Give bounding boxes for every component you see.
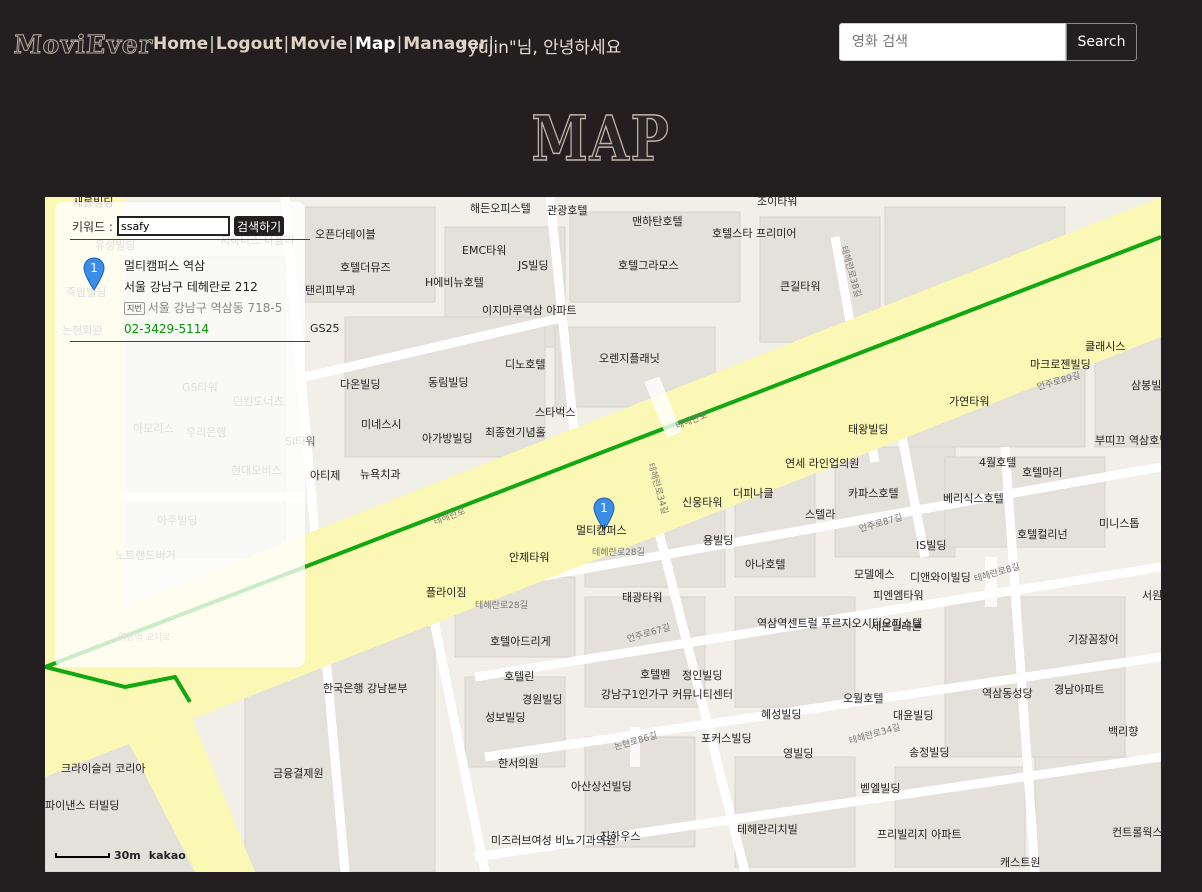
result-phone: 02-3429-5114 xyxy=(124,322,210,336)
movie-search-input[interactable] xyxy=(839,23,1066,61)
scale-text: 30m xyxy=(114,849,141,862)
panel-divider xyxy=(70,341,310,342)
scale-bar xyxy=(55,853,110,858)
nav-map-link[interactable]: Map xyxy=(355,34,396,54)
jibun-tag: 지번 xyxy=(124,302,145,315)
result-jibun-row: 지번 서울 강남구 역삼동 718-5 xyxy=(124,298,282,319)
result-marker-number: 1 xyxy=(90,261,98,275)
page-title: MAP xyxy=(531,101,671,176)
result-road-address: 서울 강남구 테헤란로 212 xyxy=(124,280,258,294)
nav-separator: | xyxy=(348,34,354,54)
kakao-logo: kakao xyxy=(148,849,186,862)
movie-search-form: Search xyxy=(839,23,1137,61)
nav-separator: | xyxy=(209,34,215,54)
result-place-name[interactable]: 멀티캠퍼스 역삼 xyxy=(124,256,282,277)
panel-divider xyxy=(70,239,310,240)
nav-separator: | xyxy=(283,34,290,54)
map-scale: 30m kakao xyxy=(55,849,186,862)
search-result-item[interactable]: 멀티캠퍼스 역삼 서울 강남구 테헤란로 212 지번 서울 강남구 역삼동 71… xyxy=(124,256,282,340)
kakao-map[interactable]: 해든오피스텔 관광호텔 맨하탄호텔 조이타워 오픈더테이블 호텔스타 프리미어 … xyxy=(45,197,1161,872)
map-search-panel: 키워드 : 검색하기 1 멀티캠퍼스 역삼 서울 강남구 테헤란로 212 지번… xyxy=(55,202,310,667)
user-greeting: "yujin"님, 안녕하세요 xyxy=(460,38,622,58)
nav-movie-link[interactable]: Movie xyxy=(290,34,347,54)
keyword-input[interactable] xyxy=(116,216,230,236)
result-marker-icon: 1 xyxy=(83,257,105,291)
site-logo[interactable]: MoviEver xyxy=(12,30,154,60)
main-nav: Home | Logout | Movie | Map | Manager | xyxy=(153,34,495,54)
nav-logout-link[interactable]: Logout xyxy=(216,34,283,54)
keyword-label: 키워드 : xyxy=(72,219,113,234)
nav-home-link[interactable]: Home xyxy=(153,34,208,54)
keyword-search-button[interactable]: 검색하기 xyxy=(233,216,285,236)
map-marker-place-label: 멀티캠퍼스 xyxy=(576,524,627,537)
map-marker-number: 1 xyxy=(600,501,608,515)
movie-search-button[interactable]: Search xyxy=(1066,23,1137,61)
nav-separator: | xyxy=(396,34,403,54)
keyword-row: 키워드 : 검색하기 xyxy=(72,216,285,236)
result-jibun-address: 서울 강남구 역삼동 718-5 xyxy=(147,301,283,315)
